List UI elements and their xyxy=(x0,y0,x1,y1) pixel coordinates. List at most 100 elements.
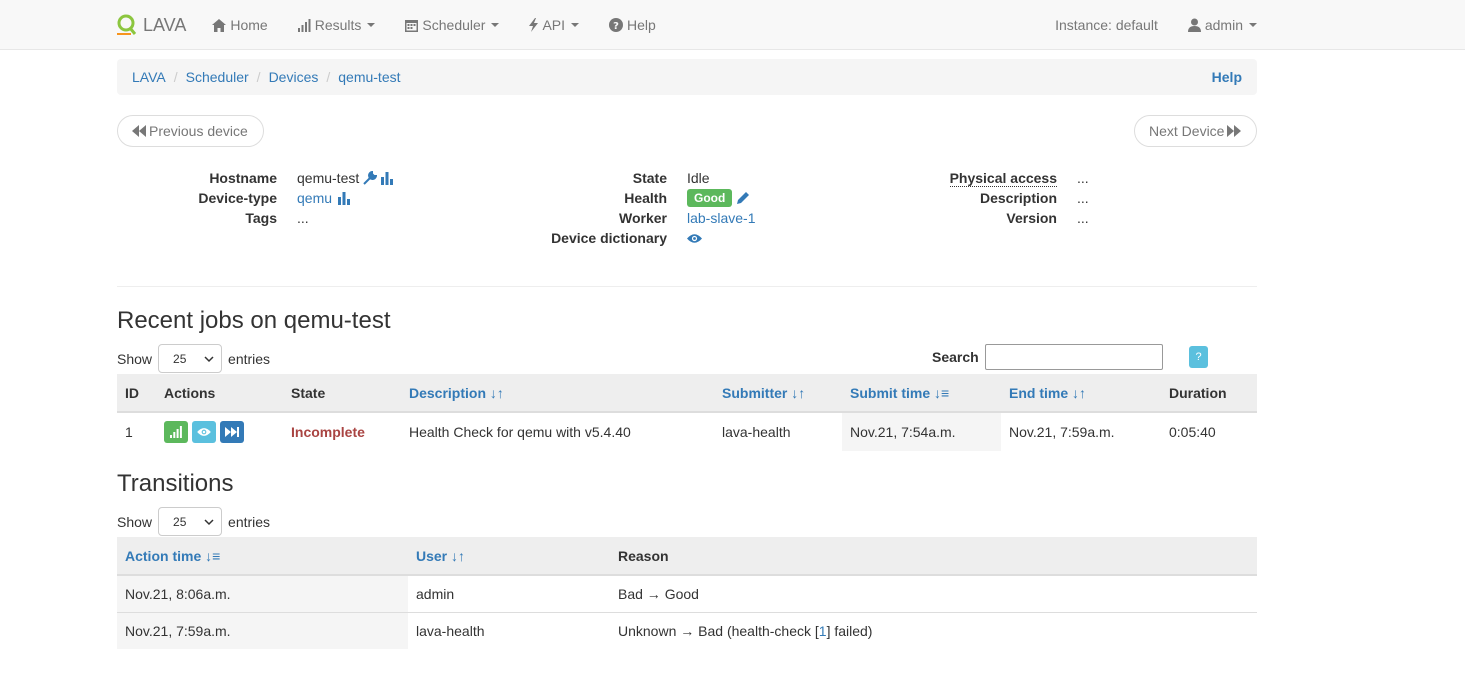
stats-icon[interactable] xyxy=(381,171,394,185)
chevron-down-icon xyxy=(491,23,500,27)
nav-help[interactable]: ? Help xyxy=(609,17,656,33)
question-circle-icon: ? xyxy=(609,18,624,32)
pencil-icon[interactable] xyxy=(736,191,750,205)
entries-label: entries xyxy=(228,513,271,530)
sort-icon: ↓↑ xyxy=(1072,384,1087,401)
reason-prefix: Unknown → Bad (health-check [ xyxy=(618,622,819,639)
search-help-button[interactable]: ? xyxy=(1189,346,1208,368)
transition-reason: Unknown → Bad (health-check [1] failed) xyxy=(610,611,1257,649)
breadcrumb-scheduler[interactable]: Scheduler xyxy=(186,69,249,85)
transition-user: admin xyxy=(408,574,610,612)
description-label: Description xyxy=(979,190,1057,206)
eye-icon[interactable] xyxy=(687,233,702,244)
user-icon xyxy=(1187,18,1201,32)
user-menu[interactable]: admin xyxy=(1187,17,1257,33)
nav-home[interactable]: Home xyxy=(212,17,268,33)
nav-results[interactable]: Results xyxy=(297,17,376,33)
job-duration: 0:05:40 xyxy=(1161,411,1257,451)
device-dictionary-label: Device dictionary xyxy=(551,230,667,246)
home-icon xyxy=(212,18,227,32)
job-log-end-button[interactable] xyxy=(220,421,244,443)
device-type-link[interactable]: qemu xyxy=(297,190,332,206)
sort-desc-icon: ↓≡ xyxy=(934,384,950,401)
transitions-page-size-select[interactable]: 25 xyxy=(158,507,223,536)
user-name: admin xyxy=(1204,17,1243,33)
breadcrumb-devices[interactable]: Devices xyxy=(269,69,319,85)
sort-desc-icon: ↓≡ xyxy=(205,547,221,564)
col-header-action-time-label: Action time xyxy=(125,547,202,564)
jobs-page-size-select[interactable]: 25 xyxy=(158,344,223,373)
previous-device-button[interactable]: Previous device xyxy=(117,115,264,147)
col-header-end-time[interactable]: End time ↓↑ xyxy=(1001,374,1161,413)
results-button[interactable] xyxy=(164,421,188,443)
brand-link[interactable]: LAVA xyxy=(117,14,186,36)
nav-api[interactable]: API xyxy=(529,17,580,33)
entries-label: entries xyxy=(228,350,271,367)
col-header-action-time[interactable]: Action time ↓≡ xyxy=(117,537,408,576)
transitions-page-size-control: Show 25 entries xyxy=(117,507,270,536)
show-label: Show xyxy=(117,350,153,367)
col-header-user[interactable]: User ↓↑ xyxy=(408,537,610,576)
col-header-submit-time-label: Submit time xyxy=(850,384,931,401)
nav-results-label: Results xyxy=(314,17,362,33)
chevron-down-icon xyxy=(367,23,376,27)
sort-icon: ↓↑ xyxy=(791,384,806,401)
col-header-submit-time[interactable]: Submit time ↓≡ xyxy=(842,374,1001,413)
state-label: State xyxy=(632,170,667,186)
signal-icon xyxy=(170,426,182,438)
worker-label: Worker xyxy=(619,210,667,226)
tags-label: Tags xyxy=(245,210,277,226)
health-badge: Good xyxy=(687,189,733,207)
flash-icon xyxy=(529,18,539,32)
col-header-description[interactable]: Description ↓↑ xyxy=(401,374,714,413)
job-state: Incomplete xyxy=(283,411,401,451)
col-header-description-label: Description xyxy=(409,384,487,401)
next-device-label: Next Device xyxy=(1149,123,1225,139)
nav-scheduler[interactable]: Scheduler xyxy=(405,17,500,33)
breadcrumb-lava[interactable]: LAVA xyxy=(132,69,166,85)
top-navbar: LAVA Home Results Scheduler API ? Help I… xyxy=(0,0,1465,50)
lava-logo-icon xyxy=(117,14,137,35)
view-job-button[interactable] xyxy=(192,421,216,443)
table-row: 1 Incomplete Health Check for qemu with … xyxy=(117,411,1257,451)
show-label: Show xyxy=(117,513,153,530)
sort-icon: ↓↑ xyxy=(451,547,466,564)
job-end-time: Nov.21, 7:59a.m. xyxy=(1001,411,1161,451)
tags-value: ... xyxy=(297,210,309,226)
col-header-end-time-label: End time xyxy=(1009,384,1069,401)
state-value: Idle xyxy=(687,170,710,186)
section-divider xyxy=(117,286,1257,287)
search-input[interactable] xyxy=(984,344,1163,370)
previous-device-label: Previous device xyxy=(149,123,248,139)
col-header-actions: Actions xyxy=(156,374,283,413)
col-header-submitter[interactable]: Submitter ↓↑ xyxy=(714,374,842,413)
device-info-col1: Hostname qemu-test Device-type qemu Tags… xyxy=(117,168,394,228)
chevron-down-icon xyxy=(571,23,580,27)
stats-icon[interactable] xyxy=(338,191,351,205)
transition-time: Nov.21, 8:06a.m. xyxy=(117,574,408,612)
col-header-submitter-label: Submitter xyxy=(722,384,788,401)
health-label: Health xyxy=(624,190,667,206)
health-check-job-link[interactable]: 1 xyxy=(819,623,827,639)
reason-suffix: ] failed) xyxy=(826,622,873,639)
table-row: Nov.21, 8:06a.m. admin Bad → Good xyxy=(117,574,1257,612)
breadcrumb-help-link[interactable]: Help xyxy=(1212,69,1242,85)
next-device-button[interactable]: Next Device xyxy=(1134,115,1257,147)
chevron-down-icon xyxy=(1249,23,1257,27)
job-description: Health Check for qemu with v5.4.40 xyxy=(401,411,714,451)
wrench-icon[interactable] xyxy=(363,171,378,185)
job-actions xyxy=(156,411,283,451)
recent-jobs-title: Recent jobs on qemu-test xyxy=(117,307,391,334)
worker-link[interactable]: lab-slave-1 xyxy=(687,210,755,226)
fast-forward-icon xyxy=(225,427,239,437)
description-value: ... xyxy=(1077,190,1089,206)
device-type-label: Device-type xyxy=(198,190,277,206)
col-header-user-label: User xyxy=(416,547,448,564)
transition-reason: Bad → Good xyxy=(610,574,1257,612)
jobs-search: Search xyxy=(932,344,1163,370)
nav-scheduler-label: Scheduler xyxy=(422,17,486,33)
calendar-icon xyxy=(405,19,419,32)
instance-label: Instance: default xyxy=(1055,17,1158,33)
breadcrumb-current-device[interactable]: qemu-test xyxy=(338,69,400,85)
transition-time: Nov.21, 7:59a.m. xyxy=(117,611,408,649)
